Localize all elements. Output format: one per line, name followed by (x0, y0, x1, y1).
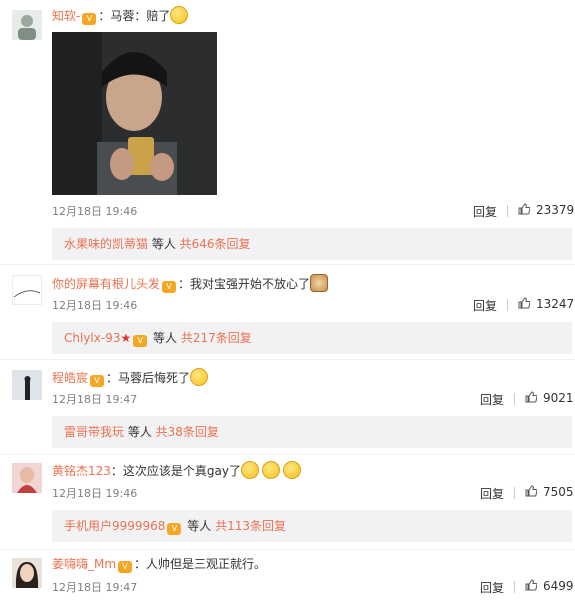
like-count: 6499 (543, 579, 574, 593)
divider (514, 581, 515, 593)
thumbs-up-icon (518, 203, 530, 215)
reply-button[interactable]: 回复 (480, 579, 504, 596)
divider (507, 205, 508, 217)
comment-text: ：马蓉后悔死了 (106, 371, 191, 385)
comment-image[interactable] (52, 32, 217, 195)
username[interactable]: 你的屏幕有根儿头发 (52, 277, 160, 291)
avatar[interactable] (12, 10, 42, 40)
avatar[interactable] (12, 370, 42, 400)
vip-badge-icon: V (133, 335, 148, 347)
username[interactable]: 姜嗨嗨_Mm (52, 557, 116, 571)
vip-badge-icon: V (167, 523, 182, 535)
like-count: 7505 (543, 485, 574, 499)
like-button[interactable]: 6499 (525, 579, 574, 593)
vip-badge-icon: V (118, 561, 133, 573)
username[interactable]: 知软- (52, 9, 80, 23)
divider (514, 393, 515, 405)
sad-face-emoji-icon (170, 6, 189, 24)
like-button[interactable]: 23379 (518, 203, 574, 217)
comment-line: 程皓宸 V ：马蓉后悔死了 (52, 368, 209, 387)
reply-count[interactable]: 共646条回复 (180, 237, 251, 251)
thumbs-up-icon (525, 391, 537, 403)
reply-user[interactable]: Chlylx-93 (64, 331, 120, 345)
reply-connector: 等人 (124, 425, 156, 439)
thumbs-up-icon (525, 579, 537, 591)
gold-star-icon: ★ (120, 331, 132, 345)
comment-text: ：人帅但是三观正就行。 (134, 557, 267, 571)
doge-emoji-icon (310, 274, 329, 292)
comment-text: ：这次应该是个真gay了 (110, 464, 241, 478)
divider (514, 487, 515, 499)
regret-face-emoji-icon (190, 368, 209, 386)
comment-item: 你的屏幕有根儿头发 V ：我对宝强开始不放心了 12月18日 19:46 回复 13… (0, 265, 575, 360)
divider (507, 299, 508, 311)
username[interactable]: 黄铭杰123 (52, 464, 111, 478)
vip-badge-icon: V (90, 375, 105, 387)
reply-connector: 等人 (183, 519, 216, 533)
reply-button[interactable]: 回复 (473, 203, 497, 220)
reply-thread[interactable]: 水果味的凯蒂猫 等人 共646条回复 (52, 228, 572, 260)
reply-button[interactable]: 回复 (473, 297, 497, 314)
comment-time: 12月18日 19:46 (52, 205, 138, 218)
comment-item: 姜嗨嗨_Mm V ：人帅但是三观正就行。 12月18日 19:47 回复 6499 (0, 550, 575, 601)
vip-badge-icon: V (82, 13, 97, 25)
avatar[interactable] (12, 275, 42, 305)
reply-connector: 等人 (149, 331, 181, 345)
comment-line: 知软- V ：马蓉：赔了 (52, 6, 189, 25)
like-button[interactable]: 7505 (525, 485, 574, 499)
like-count: 23379 (536, 203, 575, 217)
like-button[interactable]: 9021 (525, 391, 574, 405)
reply-count[interactable]: 共217条回复 (181, 331, 252, 345)
like-button[interactable]: 13247 (518, 297, 574, 311)
reply-count[interactable]: 共38条回复 (156, 425, 219, 439)
comment-time: 12月18日 19:46 (52, 299, 138, 312)
comment-item: 程皓宸 V ：马蓉后悔死了 12月18日 19:47 回复 9021 雷哥带我玩 等… (0, 360, 575, 455)
smile-emoji-icon (240, 461, 259, 479)
reply-button[interactable]: 回复 (480, 485, 504, 502)
comment-line: 黄铭杰123：这次应该是个真gay了 (52, 461, 301, 479)
avatar[interactable] (12, 558, 42, 588)
comment-line: 你的屏幕有根儿头发 V ：我对宝强开始不放心了 (52, 274, 329, 293)
comment-text: ：马蓉：赔了 (98, 9, 171, 23)
comment-item: 黄铭杰123：这次应该是个真gay了 12月18日 19:46 回复 7505 … (0, 455, 575, 550)
thumbs-up-icon (518, 297, 530, 309)
like-count: 9021 (543, 391, 574, 405)
comment-time: 12月18日 19:46 (52, 487, 138, 500)
comment-time: 12月18日 19:47 (52, 581, 138, 594)
smile-emoji-icon (282, 461, 301, 479)
comment-time: 12月18日 19:47 (52, 393, 138, 406)
avatar[interactable] (12, 463, 42, 493)
smile-emoji-icon (261, 461, 280, 479)
reply-count[interactable]: 共113条回复 (215, 519, 286, 533)
reply-connector: 等人 (148, 237, 180, 251)
reply-user[interactable]: 雷哥带我玩 (64, 425, 124, 439)
reply-button[interactable]: 回复 (480, 391, 504, 408)
comment-line: 姜嗨嗨_Mm V ：人帅但是三观正就行。 (52, 555, 266, 573)
reply-thread[interactable]: Chlylx-93★ V 等人 共217条回复 (52, 322, 572, 354)
vip-badge-icon: V (162, 281, 177, 293)
reply-thread[interactable]: 雷哥带我玩 等人 共38条回复 (52, 416, 572, 448)
reply-thread[interactable]: 手机用户9999968 V 等人 共113条回复 (52, 510, 572, 542)
like-count: 13247 (536, 297, 575, 311)
reply-user[interactable]: 手机用户9999968 (64, 519, 165, 533)
username[interactable]: 程皓宸 (52, 371, 88, 385)
comment-text: ：我对宝强开始不放心了 (178, 277, 311, 291)
thumbs-up-icon (525, 485, 537, 497)
reply-user[interactable]: 水果味的凯蒂猫 (64, 237, 148, 251)
comment-item: 知软- V ：马蓉：赔了 12月18日 19:46 回复 23379 水果味的凯蒂猫… (0, 0, 575, 265)
